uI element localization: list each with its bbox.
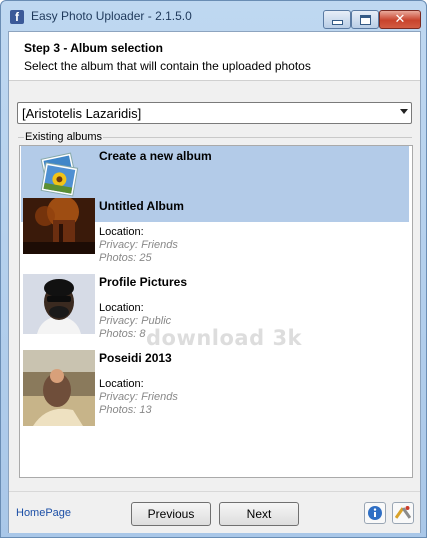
step-title: Step 3 - Album selection	[24, 41, 163, 55]
wizard-body: [Aristotelis Lazaridis] Existing albums	[9, 81, 420, 491]
album-photo-count: Photos: 13	[99, 404, 152, 416]
album-thumbnail	[23, 350, 95, 426]
list-item-album[interactable]: Poseidi 2013 Location: Privacy: Friends …	[21, 348, 409, 426]
account-dropdown-value: [Aristotelis Lazaridis]	[22, 106, 142, 121]
settings-button[interactable]	[392, 502, 414, 524]
album-privacy: Privacy: Friends	[99, 239, 178, 251]
album-photo-count: Photos: 25	[99, 252, 152, 264]
tools-icon	[395, 506, 411, 519]
watermark: download 3k	[146, 326, 303, 350]
wizard-footer: HomePage Previous Next	[9, 491, 420, 533]
album-thumbnail	[23, 274, 95, 334]
album-privacy: Privacy: Friends	[99, 391, 178, 403]
facebook-icon: f	[10, 10, 24, 24]
client-area: Step 3 - Album selection Select the albu…	[8, 31, 421, 533]
title-bar[interactable]: f Easy Photo Uploader - 2.1.5.0 ✕	[1, 1, 426, 31]
wizard-header: Step 3 - Album selection Select the albu…	[9, 32, 420, 81]
info-icon	[368, 506, 382, 520]
list-item-album[interactable]: Untitled Album Location: Privacy: Friend…	[21, 196, 409, 272]
album-name: Untitled Album	[99, 199, 184, 213]
album-location: Location:	[99, 226, 144, 238]
album-location: Location:	[99, 302, 144, 314]
existing-albums-label: Existing albums	[24, 131, 104, 143]
close-button[interactable]: ✕	[379, 10, 421, 29]
app-window: f Easy Photo Uploader - 2.1.5.0 ✕ Step 3…	[0, 0, 427, 538]
next-button[interactable]: Next	[219, 502, 299, 526]
close-icon: ✕	[394, 12, 406, 27]
previous-button[interactable]: Previous	[131, 502, 211, 526]
album-photo-count: Photos: 8	[99, 328, 146, 340]
minimize-button[interactable]	[323, 10, 351, 29]
album-name: Poseidi 2013	[99, 351, 172, 365]
homepage-link[interactable]: HomePage	[16, 507, 71, 519]
album-thumbnail	[23, 198, 95, 254]
step-description: Select the album that will contain the u…	[24, 59, 311, 73]
album-name: Create a new album	[99, 149, 212, 163]
maximize-icon	[359, 14, 371, 25]
album-list[interactable]: Create a new album Untitled Album Locati…	[19, 145, 413, 478]
chevron-down-icon[interactable]	[400, 109, 408, 114]
account-dropdown[interactable]: [Aristotelis Lazaridis]	[17, 102, 412, 124]
album-location: Location:	[99, 378, 144, 390]
minimize-icon	[331, 20, 343, 25]
window-title: Easy Photo Uploader - 2.1.5.0	[31, 9, 192, 23]
info-button[interactable]	[364, 502, 386, 524]
album-name: Profile Pictures	[99, 275, 188, 289]
maximize-button[interactable]	[351, 10, 379, 29]
